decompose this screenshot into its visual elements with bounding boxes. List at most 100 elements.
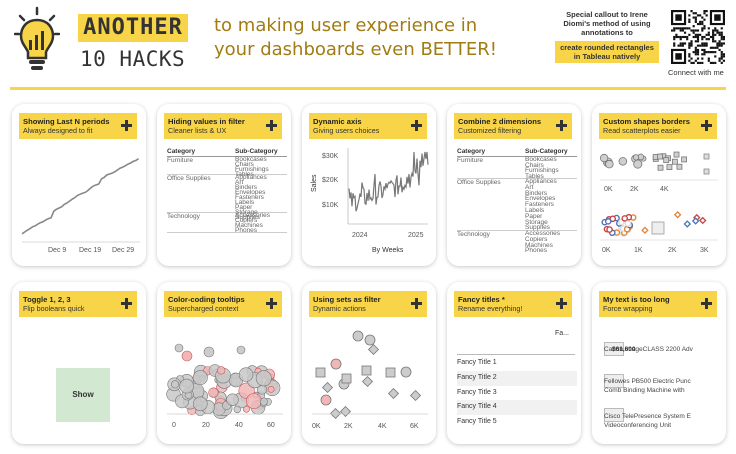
card-subtitle: Read scatterplots easier: [603, 126, 681, 135]
list-item[interactable]: Fancy Title 3: [457, 386, 577, 401]
scatter-point: [657, 164, 664, 171]
qr-module: [707, 33, 710, 36]
tagline-line1: to making user experience in: [214, 15, 478, 36]
qr-module: [696, 38, 700, 41]
list-item[interactable]: Fancy Title 5: [457, 415, 577, 430]
qr-module: [690, 42, 693, 45]
qr-module: [703, 35, 706, 39]
qr-module: [714, 29, 717, 32]
qr-module: [688, 55, 691, 58]
plus-icon[interactable]: [264, 118, 278, 132]
list-item[interactable]: Fancy Title 2: [457, 370, 577, 386]
show-toggle-button[interactable]: Show: [56, 368, 110, 422]
scatter-point: [633, 159, 643, 169]
qr-module: [675, 27, 678, 30]
plus-icon[interactable]: [554, 296, 568, 310]
table-row[interactable]: Furniture Bookcases Chairs Furnishings T…: [457, 157, 577, 179]
product-label: Cisco TelePresence System E: [604, 413, 691, 420]
list-item[interactable]: Fancy Title 4: [457, 400, 577, 416]
table-row[interactable]: Technology Accessories Copiers Machines …: [457, 230, 577, 255]
x-tick-label: 3K: [700, 247, 709, 254]
x-tick-label: 6K: [410, 423, 419, 430]
bubble-point: [192, 396, 208, 412]
qr-module: [701, 35, 704, 39]
qr-module: [720, 51, 723, 54]
qr-code-icon[interactable]: [671, 10, 725, 64]
scatter-point: [703, 168, 710, 175]
qr-module: [703, 42, 706, 45]
callout-link[interactable]: create rounded rectangles in Tableau nat…: [555, 41, 659, 63]
qr-module: [718, 57, 721, 60]
callout-line2: Diomi's method of using: [563, 19, 651, 28]
qr-module: [683, 27, 687, 30]
qr-module: [690, 29, 693, 32]
plus-icon[interactable]: [409, 118, 423, 132]
qr-module: [701, 29, 704, 32]
x-tick-label: 2K: [630, 186, 639, 193]
qr-module: [716, 29, 719, 32]
plus-icon[interactable]: [119, 118, 133, 132]
x-tick-label: 1K: [634, 247, 643, 254]
sub-category: Phones: [235, 227, 258, 234]
bubble-point: [226, 393, 239, 406]
table-row[interactable]: Office Supplies Appliances Art Binders E…: [457, 178, 577, 231]
card-subtitle: Always designed to fit: [23, 126, 93, 135]
value-label: $61,600: [612, 346, 636, 353]
qr-module: [696, 61, 700, 64]
qr-module: [694, 29, 697, 32]
qr-module: [692, 29, 695, 32]
card-sets-filter: Using sets as filter Dynamic actions 0K …: [302, 282, 436, 444]
qr-module: [720, 42, 723, 45]
qr-module: [714, 51, 717, 54]
x-tick-label: 40: [235, 422, 243, 429]
scatter-point: [671, 158, 678, 165]
qr-module: [694, 20, 697, 23]
qr-module: [714, 40, 717, 43]
weekly-sales-chart: $30K $20K $10K 2024 2025 Sales By Weeks: [311, 148, 429, 254]
card-subtitle: Cleaner lists & UX: [168, 126, 227, 135]
shape-scatterplots: 0K 2K 4K 0K 1K 2K 3K: [599, 151, 718, 254]
qr-module: [673, 27, 676, 30]
qr-module: [694, 35, 697, 39]
qr-module: [712, 51, 715, 54]
plus-icon[interactable]: [699, 118, 713, 132]
qr-module: [696, 22, 700, 26]
bubble-point: [181, 350, 193, 362]
qr-module: [701, 44, 704, 47]
scatter-point: [632, 154, 640, 161]
card-header: Dynamic axis Giving users choices: [309, 113, 427, 139]
qr-module: [705, 44, 708, 47]
scatter-point: [618, 157, 628, 166]
qr-module: [692, 16, 695, 19]
qr-module: [707, 51, 710, 54]
plus-icon[interactable]: [699, 296, 713, 310]
qr-module: [705, 14, 708, 17]
qr-module: [681, 44, 684, 47]
qr-module: [694, 40, 697, 43]
table-row[interactable]: Office Supplies Appliances Art Binders E…: [167, 174, 287, 221]
qr-module: [696, 29, 700, 32]
qr-module: [696, 35, 700, 39]
sub-category-cell: Appliances Art Binders Envelopes Fastene…: [235, 174, 267, 221]
card-dynamic-axis: Dynamic axis Giving users choices $30K $…: [302, 104, 436, 266]
qr-module: [720, 55, 723, 58]
qr-module: [679, 38, 682, 41]
qr-module: [683, 42, 687, 45]
x-tick-label: 4K: [660, 186, 669, 193]
table-row[interactable]: Technology Accessories Copiers Machines …: [167, 212, 287, 234]
set-point: [400, 366, 412, 378]
set-scatterplot: 0K 2K 4K 6K: [312, 330, 428, 430]
x-tick-label: 2K: [668, 247, 677, 254]
qr-module: [690, 57, 693, 60]
qr-module: [712, 61, 715, 64]
plus-icon[interactable]: [119, 296, 133, 310]
plus-icon[interactable]: [264, 296, 278, 310]
qr-module: [677, 27, 680, 30]
list-item[interactable]: Fancy Title 1: [457, 356, 577, 371]
plus-icon[interactable]: [554, 118, 568, 132]
plus-icon[interactable]: [409, 296, 423, 310]
table-header: Category Sub-Category: [167, 148, 287, 157]
table-row[interactable]: Furniture Bookcases Chairs Furnishings T…: [167, 156, 287, 178]
qr-module: [696, 44, 700, 47]
card-title: Fancy titles *: [458, 295, 505, 304]
